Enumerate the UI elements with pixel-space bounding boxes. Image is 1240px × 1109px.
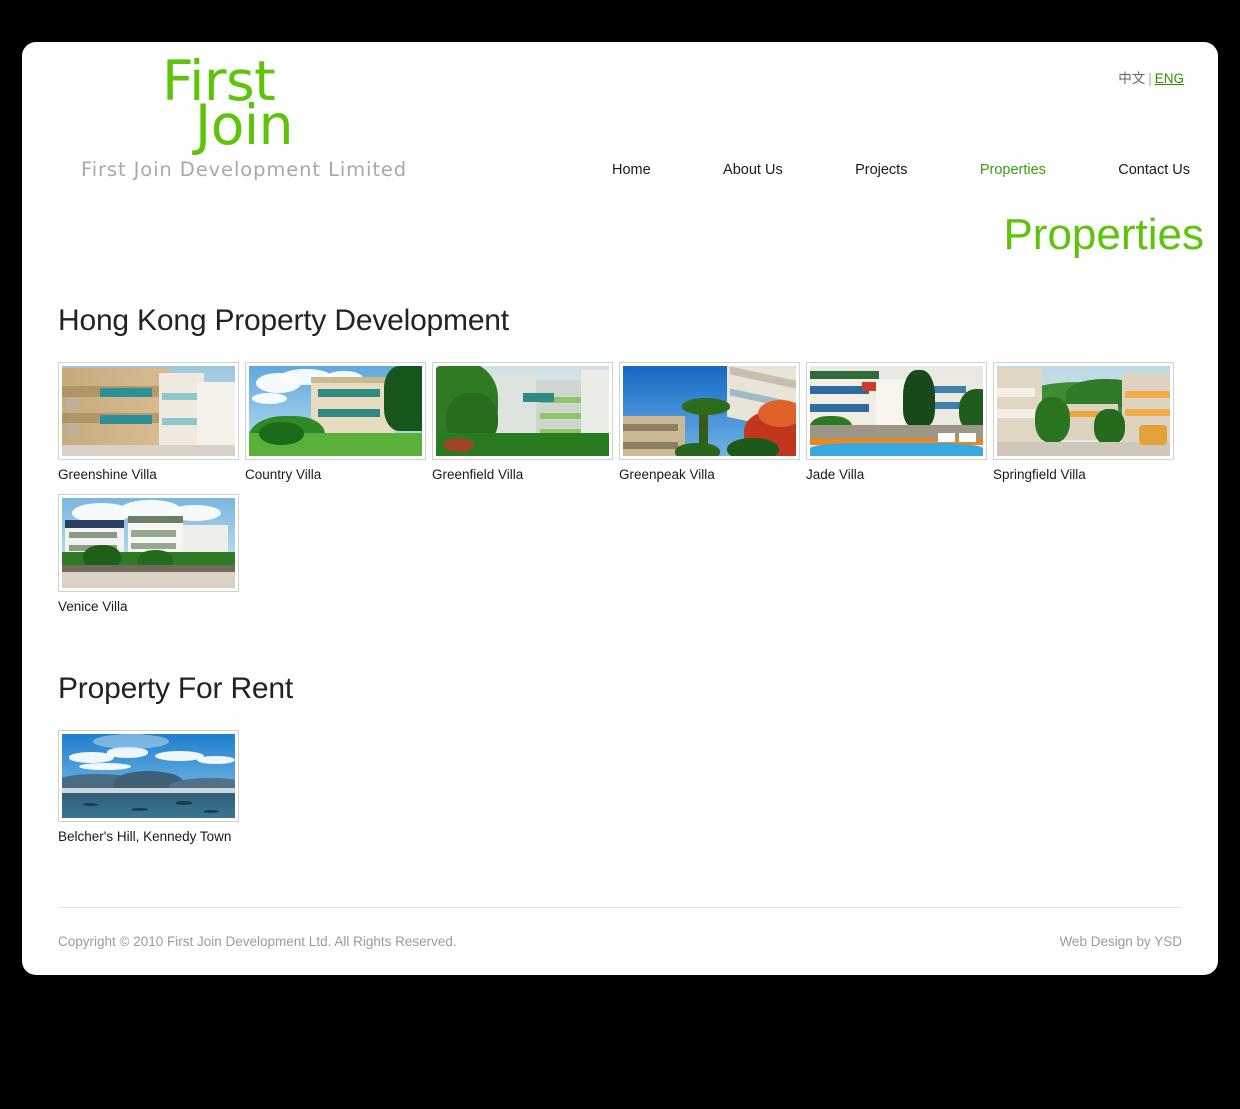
property-label: Springfield Villa [993,467,1086,482]
property-card-greenpeak-villa[interactable]: Greenpeak Villa [619,362,806,482]
rental-grid: Belcher's Hill, Kennedy Town [58,730,1182,856]
greenpeak-villa-photo [623,366,796,456]
greenfield-villa-photo [436,366,609,456]
site-header: First Join First Join Development Limite… [22,42,1218,200]
nav-item-about-us[interactable]: About Us [723,162,783,178]
property-card-greenshine-villa[interactable]: Greenshine Villa [58,362,245,482]
property-label: Venice Villa [58,599,128,614]
property-card-springfield-villa[interactable]: Springfield Villa [993,362,1180,482]
nav-item-properties[interactable]: Properties [980,162,1046,178]
logo-join-text: Join [195,93,294,157]
property-thumbnail[interactable] [58,494,239,592]
property-label: Greenshine Villa [58,467,157,482]
nav-item-projects[interactable]: Projects [855,162,907,178]
site-page: First Join First Join Development Limite… [22,42,1218,975]
site-footer: Copyright © 2010 First Join Development … [58,907,1182,975]
belchers-hill-photo [62,734,235,818]
property-thumbnail[interactable] [58,362,239,460]
property-thumbnail[interactable] [993,362,1174,460]
footer-credit: Web Design by YSD [1059,934,1182,949]
property-thumbnail[interactable] [432,362,613,460]
site-logo[interactable]: First Join First Join Development Limite… [59,50,406,182]
main-navigation: Home About Us Projects Properties Contac… [612,162,1190,178]
property-card-jade-villa[interactable]: Jade Villa [806,362,993,482]
logo-subtitle: First Join Development Limited [81,158,408,181]
nav-item-contact-us[interactable]: Contact Us [1118,162,1190,178]
property-grid: Greenshine Villa Country Villa Greenfiel… [58,362,1182,626]
language-english-link[interactable]: ENG [1155,71,1184,86]
language-chinese-link[interactable]: 中文 [1118,71,1145,86]
property-thumbnail[interactable] [619,362,800,460]
property-card-country-villa[interactable]: Country Villa [245,362,432,482]
section-property-for-rent: Property For Rent Belcher's Hill, Kenned… [58,672,1182,856]
property-thumbnail[interactable] [806,362,987,460]
country-villa-photo [249,366,422,456]
greenshine-villa-photo [62,366,235,456]
footer-copyright: Copyright © 2010 First Join Development … [58,934,457,949]
property-label: Greenfield Villa [432,467,524,482]
page-title: Properties [1003,210,1204,259]
language-switcher: 中文 | ENG [1118,67,1184,87]
property-label: Greenpeak Villa [619,467,715,482]
property-label: Jade Villa [806,467,865,482]
property-card-belchers-hill[interactable]: Belcher's Hill, Kennedy Town [58,730,245,844]
logo-wordmark: First Join First Join Development Limite… [59,50,406,182]
property-label: Country Villa [245,467,322,482]
section-heading: Hong Kong Property Development [58,304,509,337]
property-thumbnail[interactable] [58,730,239,822]
jade-villa-photo [810,366,983,456]
section-heading: Property For Rent [58,672,294,705]
springfield-villa-photo [997,366,1170,456]
property-card-venice-villa[interactable]: Venice Villa [58,494,245,614]
property-thumbnail[interactable] [245,362,426,460]
section-hong-kong-property-development: Hong Kong Property Development Greenshin… [58,304,1182,626]
language-separator: | [1148,71,1152,86]
nav-item-home[interactable]: Home [612,162,651,178]
property-card-greenfield-villa[interactable]: Greenfield Villa [432,362,619,482]
main-content: Hong Kong Property Development Greenshin… [22,304,1218,902]
property-label: Belcher's Hill, Kennedy Town [58,829,232,844]
venice-villa-photo [62,498,235,588]
